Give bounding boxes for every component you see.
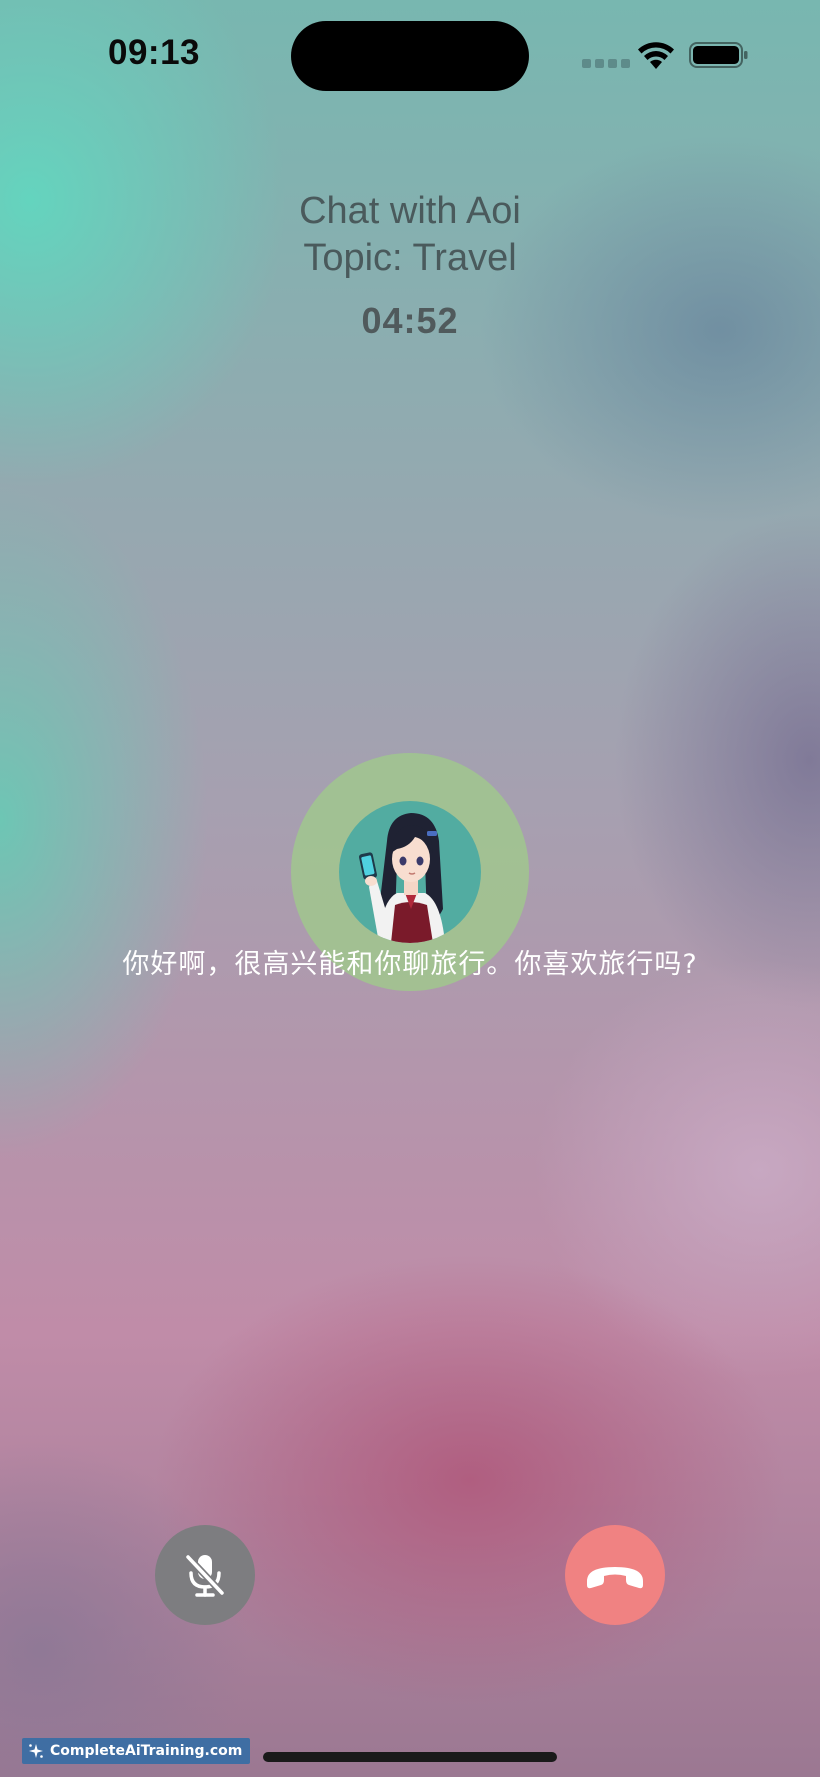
transcript-caption: 你好啊，很高兴能和你聊旅行。你喜欢旅行吗? xyxy=(122,949,698,980)
battery-icon xyxy=(689,42,748,68)
mute-button[interactable] xyxy=(155,1525,255,1625)
home-indicator[interactable] xyxy=(263,1752,557,1762)
sparkle-logo-icon xyxy=(29,1744,43,1758)
cellular-signal-icon xyxy=(582,59,630,68)
character-avatar xyxy=(339,801,481,943)
watermark-text: CompleteAiTraining.com xyxy=(50,1743,243,1759)
wifi-icon xyxy=(638,42,674,69)
dynamic-island xyxy=(291,21,529,91)
watermark-badge: CompleteAiTraining.com xyxy=(22,1738,251,1764)
call-timer: 04:52 xyxy=(361,300,459,341)
topic-label: Topic: Travel xyxy=(303,237,517,279)
microphone-slash-icon xyxy=(184,1553,226,1597)
call-screen: 09:13 Chat with Aoi Topic: Travel 04:52 xyxy=(0,0,820,1777)
status-time: 09:13 xyxy=(108,33,201,72)
chat-title: Chat with Aoi xyxy=(299,190,521,232)
hang-up-button[interactable] xyxy=(565,1525,665,1625)
phone-hangup-icon xyxy=(587,1567,643,1589)
